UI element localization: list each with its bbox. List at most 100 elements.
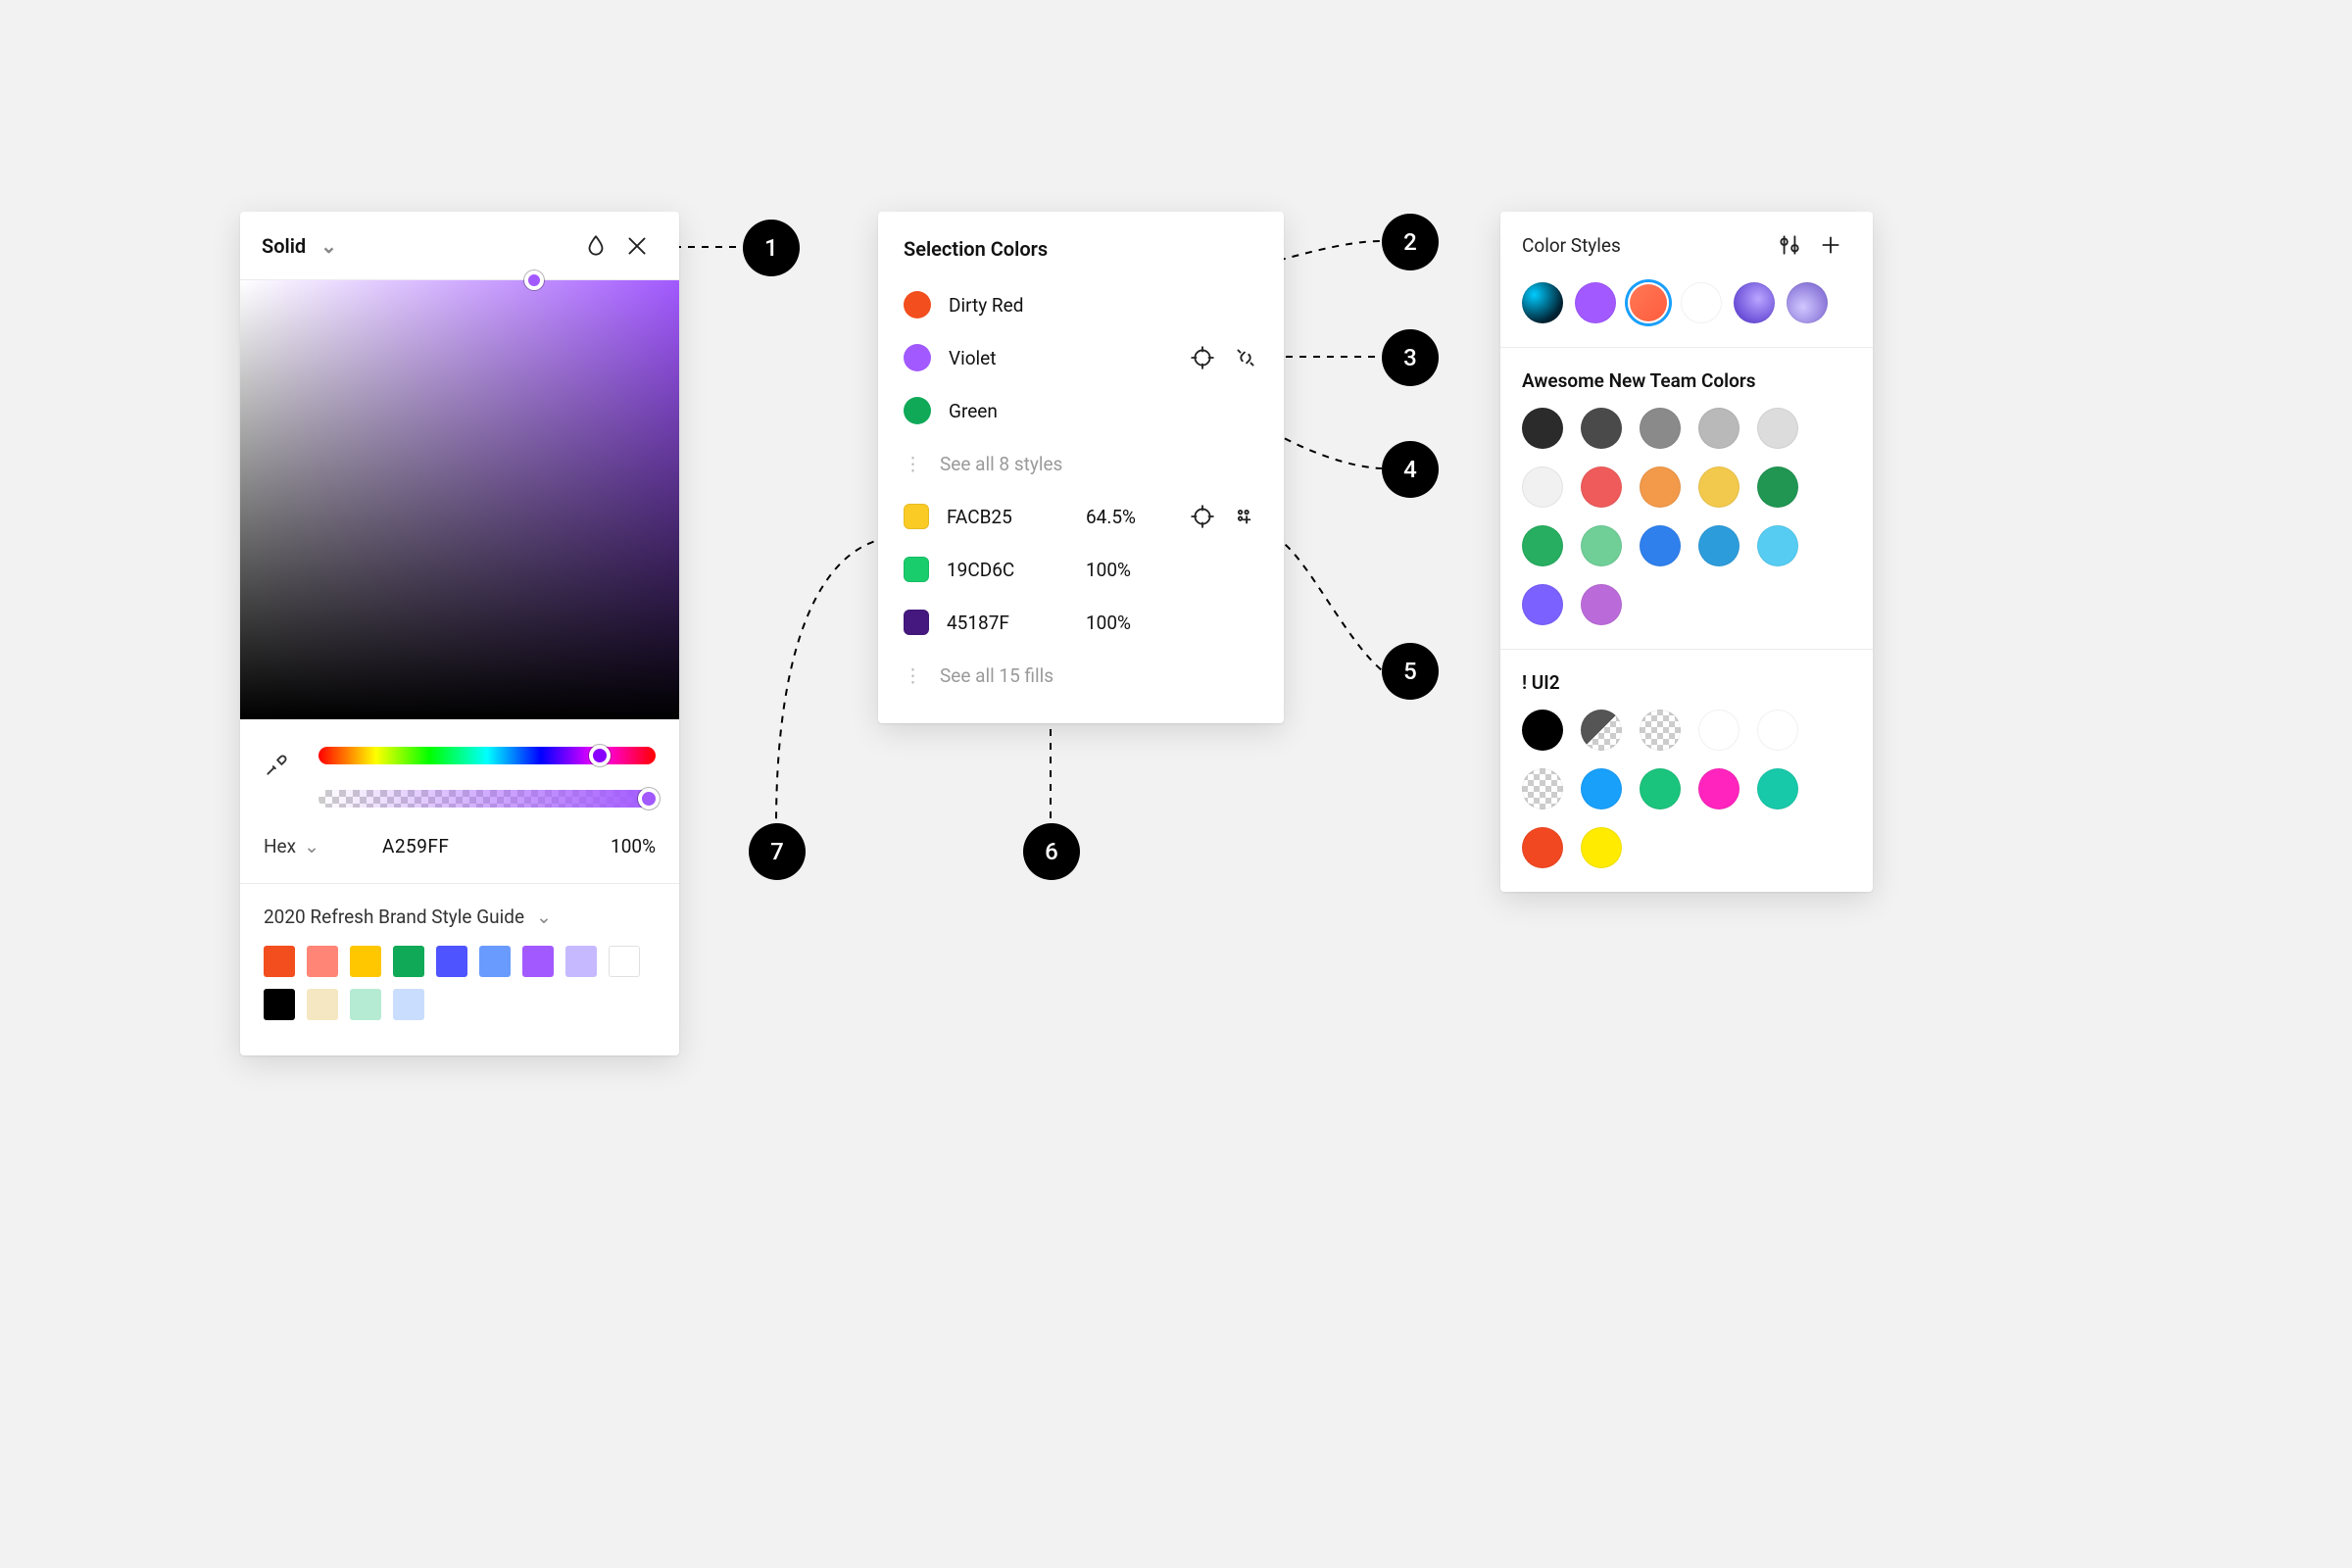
selection-fill-row[interactable]: FACB25 64.5%: [878, 490, 1284, 543]
color-style[interactable]: [1581, 710, 1622, 751]
style-dot: [904, 291, 931, 318]
chevron-down-icon: ⌄: [320, 234, 337, 258]
library-swatch[interactable]: [307, 989, 338, 1020]
color-style[interactable]: [1522, 466, 1563, 508]
selection-fill-row[interactable]: 45187F 100%: [878, 596, 1284, 649]
fill-mode-dropdown[interactable]: Solid ⌄: [262, 234, 337, 258]
favorite-style[interactable]: [1681, 282, 1722, 323]
favorite-style[interactable]: [1628, 282, 1669, 323]
annotation-badge-2: 2: [1382, 214, 1439, 270]
color-style[interactable]: [1522, 525, 1563, 566]
see-all-styles[interactable]: ⋮ See all 8 styles: [878, 437, 1284, 490]
fill-hex: 19CD6C: [947, 559, 1086, 581]
color-style[interactable]: [1581, 584, 1622, 625]
color-style[interactable]: [1757, 710, 1798, 751]
library-swatch[interactable]: [436, 946, 467, 977]
library-dropdown[interactable]: 2020 Refresh Brand Style Guide ⌄: [264, 906, 656, 928]
color-style[interactable]: [1640, 525, 1681, 566]
style-name: Violet: [949, 347, 1164, 369]
favorite-style[interactable]: [1787, 282, 1828, 323]
color-style[interactable]: [1522, 584, 1563, 625]
color-style[interactable]: [1581, 525, 1622, 566]
favorite-style[interactable]: [1734, 282, 1775, 323]
library-swatch[interactable]: [565, 946, 597, 977]
hex-row: Hex ⌄ A259FF 100%: [240, 827, 679, 884]
alpha-thumb[interactable]: [638, 788, 660, 809]
selection-title: Selection Colors: [878, 237, 1284, 278]
color-field-handle[interactable]: [524, 270, 544, 290]
fill-swatch: [904, 610, 929, 635]
color-style[interactable]: [1698, 525, 1740, 566]
color-style[interactable]: [1757, 408, 1798, 449]
library-swatch[interactable]: [307, 946, 338, 977]
create-style-icon[interactable]: [1233, 504, 1258, 529]
library-swatch[interactable]: [609, 946, 640, 977]
target-icon[interactable]: [1190, 504, 1215, 529]
color-style[interactable]: [1522, 408, 1563, 449]
fill-opacity: 100%: [1086, 612, 1164, 634]
hue-thumb[interactable]: [589, 745, 611, 766]
library-swatch[interactable]: [350, 989, 381, 1020]
color-style[interactable]: [1698, 466, 1740, 508]
library-swatch[interactable]: [350, 946, 381, 977]
fill-opacity: 64.5%: [1086, 506, 1164, 528]
chevron-down-icon: ⌄: [536, 906, 552, 928]
color-picker-panel: Solid ⌄: [240, 212, 679, 1055]
chevron-down-icon: ⌄: [304, 835, 319, 858]
library-swatch[interactable]: [393, 989, 424, 1020]
library-swatch[interactable]: [479, 946, 511, 977]
fill-hex: 45187F: [947, 612, 1086, 634]
color-field[interactable]: [240, 280, 679, 719]
color-style[interactable]: [1581, 768, 1622, 809]
close-icon[interactable]: [616, 225, 658, 267]
color-style[interactable]: [1581, 408, 1622, 449]
opacity-input[interactable]: 100%: [611, 835, 656, 858]
library-swatch[interactable]: [522, 946, 554, 977]
library-swatch[interactable]: [393, 946, 424, 977]
sliders-row: [240, 719, 679, 827]
favorite-style[interactable]: [1522, 282, 1563, 323]
eyedropper-icon[interactable]: [264, 753, 303, 778]
color-styles-title: Color Styles: [1522, 234, 1769, 257]
color-styles-panel: Color Styles Awesome New Team Colors! UI…: [1500, 212, 1873, 892]
color-style[interactable]: [1522, 710, 1563, 751]
color-style[interactable]: [1640, 408, 1681, 449]
selection-fill-row[interactable]: 19CD6C 100%: [878, 543, 1284, 596]
fill-hex: FACB25: [947, 506, 1086, 528]
annotation-badge-4: 4: [1382, 441, 1439, 498]
color-style[interactable]: [1640, 466, 1681, 508]
unlink-icon[interactable]: [1233, 345, 1258, 370]
add-style-icon[interactable]: [1810, 224, 1851, 266]
color-style[interactable]: [1698, 710, 1740, 751]
color-style[interactable]: [1581, 466, 1622, 508]
alpha-slider[interactable]: [318, 790, 656, 808]
library-swatch[interactable]: [264, 946, 295, 977]
color-style[interactable]: [1522, 768, 1563, 809]
color-model-dropdown[interactable]: Hex: [264, 835, 296, 858]
favorites-row: [1500, 278, 1873, 347]
selection-style-row[interactable]: Violet: [878, 331, 1284, 384]
see-all-fills[interactable]: ⋮ See all 15 fills: [878, 649, 1284, 702]
hue-slider[interactable]: [318, 747, 656, 764]
target-icon[interactable]: [1190, 345, 1215, 370]
annotation-badge-1: 1: [743, 220, 800, 276]
color-style[interactable]: [1698, 408, 1740, 449]
blend-mode-icon[interactable]: [575, 225, 616, 267]
ellipsis-icon: ⋮: [904, 453, 924, 475]
color-style[interactable]: [1581, 827, 1622, 868]
color-style[interactable]: [1757, 466, 1798, 508]
color-style[interactable]: [1640, 710, 1681, 751]
color-style[interactable]: [1522, 827, 1563, 868]
selection-style-row[interactable]: Dirty Red: [878, 278, 1284, 331]
filter-icon[interactable]: [1769, 224, 1810, 266]
color-style[interactable]: [1757, 525, 1798, 566]
color-style[interactable]: [1757, 768, 1798, 809]
style-group-title: ! UI2: [1500, 649, 1873, 710]
ellipsis-icon: ⋮: [904, 664, 924, 687]
favorite-style[interactable]: [1575, 282, 1616, 323]
color-style[interactable]: [1640, 768, 1681, 809]
selection-style-row[interactable]: Green: [878, 384, 1284, 437]
color-style[interactable]: [1698, 768, 1740, 809]
library-swatch[interactable]: [264, 989, 295, 1020]
hex-input[interactable]: A259FF: [382, 835, 611, 858]
